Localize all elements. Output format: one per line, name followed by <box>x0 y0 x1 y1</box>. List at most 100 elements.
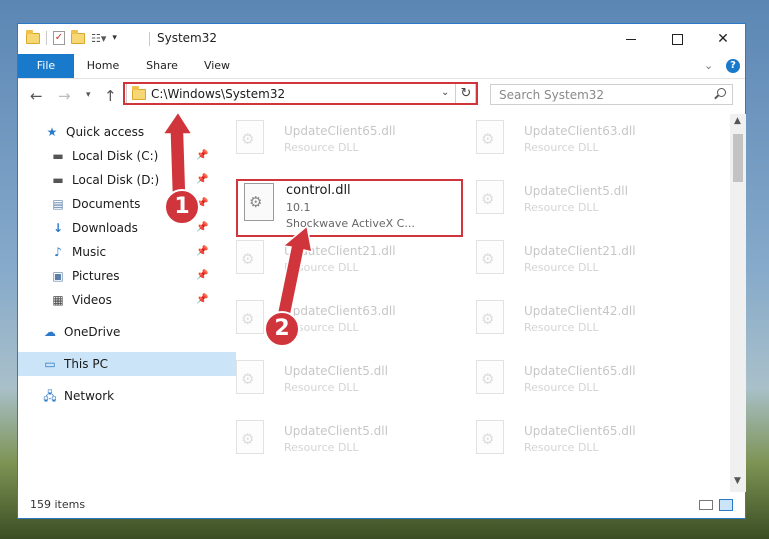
dll-file-icon <box>236 240 264 274</box>
customize-view-icon[interactable]: ☷▾ <box>91 32 106 45</box>
dll-file-icon <box>236 360 264 394</box>
details-view-icon[interactable] <box>699 500 713 510</box>
file-name: UpdateClient65.dll <box>284 124 396 138</box>
pin-icon: 📌 <box>196 270 209 281</box>
sidebar-item-local-disk-c[interactable]: ▬ Local Disk (C:) 📌 <box>18 144 244 168</box>
vertical-scrollbar[interactable]: ▲ ▼ <box>730 114 746 492</box>
sidebar-item-downloads[interactable]: ↓ Downloads 📌 <box>18 216 244 240</box>
step-1-badge: 1 <box>164 189 200 225</box>
file-tile[interactable]: UpdateClient5.dll Resource DLL <box>236 420 456 468</box>
sidebar-item-label: Network <box>64 389 115 403</box>
toolbar-divider <box>46 31 47 45</box>
tab-file[interactable]: File <box>18 54 74 78</box>
file-name: UpdateClient5.dll <box>284 364 388 378</box>
maximize-icon <box>671 33 683 45</box>
back-arrow-icon[interactable]: ← <box>30 87 43 105</box>
forward-arrow-icon[interactable]: → <box>58 87 71 105</box>
sidebar-item-label: Videos <box>72 293 112 307</box>
file-tile[interactable]: UpdateClient65.dll Resource DLL <box>476 360 696 408</box>
address-highlight-box <box>123 82 478 105</box>
minimize-button[interactable] <box>608 24 654 54</box>
pin-icon: 📌 <box>196 222 209 233</box>
search-icon[interactable] <box>717 88 726 97</box>
file-description: Resource DLL <box>284 261 359 274</box>
file-tile[interactable]: UpdateClient42.dll Resource DLL <box>476 300 696 348</box>
sidebar-item-label: OneDrive <box>64 325 121 339</box>
drive-icon: ▬ <box>52 173 64 187</box>
file-tile[interactable]: UpdateClient5.dll Resource DLL <box>236 360 456 408</box>
close-icon: ✕ <box>717 31 729 47</box>
pin-icon: 📌 <box>196 294 209 305</box>
toolbar-dropdown-icon[interactable]: ▾ <box>112 33 117 43</box>
sidebar-item-documents[interactable]: ▤ Documents 📌 <box>18 192 244 216</box>
file-name: UpdateClient21.dll <box>524 244 636 258</box>
pin-icon: 📌 <box>196 150 209 161</box>
file-tile[interactable]: UpdateClient63.dll Resource DLL <box>476 120 696 168</box>
file-description: Resource DLL <box>284 381 359 394</box>
scroll-down-icon[interactable]: ▼ <box>734 476 741 486</box>
up-arrow-icon[interactable]: ↑ <box>104 87 117 105</box>
dll-file-icon <box>476 300 504 334</box>
file-name: UpdateClient65.dll <box>524 364 636 378</box>
sidebar-item-this-pc[interactable]: ▭ This PC <box>18 352 236 376</box>
dll-file-icon <box>236 420 264 454</box>
sidebar-item-label: Documents <box>72 197 141 211</box>
sidebar-item-label: Local Disk (C:) <box>72 149 159 163</box>
file-tile[interactable]: UpdateClient65.dll Resource DLL <box>236 120 456 168</box>
tab-view[interactable]: View <box>194 54 240 78</box>
file-name: UpdateClient5.dll <box>284 424 388 438</box>
help-icon[interactable]: ? <box>726 59 740 73</box>
pin-icon: 📌 <box>196 246 209 257</box>
title-divider <box>149 32 150 46</box>
pin-icon: 📌 <box>196 174 209 185</box>
search-input[interactable]: Search System32 <box>490 84 733 105</box>
close-button[interactable]: ✕ <box>700 24 746 54</box>
scrollbar-thumb[interactable] <box>733 134 743 182</box>
dll-file-icon <box>476 180 504 214</box>
tiles-view-icon[interactable] <box>719 499 733 511</box>
sidebar-item-local-disk-d[interactable]: ▬ Local Disk (D:) 📌 <box>18 168 244 192</box>
sidebar-item-label: Pictures <box>72 269 120 283</box>
sidebar-item-onedrive[interactable]: ☁ OneDrive <box>18 320 236 344</box>
sidebar-item-network[interactable]: 🖧 Network <box>18 384 236 408</box>
navigation-pane: ★ Quick access ▬ Local Disk (C:) 📌 ▬ Loc… <box>18 114 236 492</box>
expand-ribbon-icon[interactable]: ⌄ <box>704 59 713 72</box>
file-description: Resource DLL <box>284 441 359 454</box>
sidebar-item-music[interactable]: ♪ Music 📌 <box>18 240 244 264</box>
dll-file-icon <box>236 300 264 334</box>
file-name: UpdateClient63.dll <box>284 304 396 318</box>
window-title: System32 <box>157 31 218 45</box>
scroll-up-icon[interactable]: ▲ <box>734 116 741 126</box>
videos-icon: ▦ <box>52 293 64 307</box>
quick-access-toolbar: ✓ ☷▾ ▾ <box>26 29 117 45</box>
sidebar-item-videos[interactable]: ▦ Videos 📌 <box>18 288 244 312</box>
cloud-icon: ☁ <box>44 325 56 339</box>
file-tile[interactable]: UpdateClient5.dll Resource DLL <box>476 180 696 228</box>
tab-share[interactable]: Share <box>132 54 192 78</box>
music-icon: ♪ <box>54 245 62 259</box>
maximize-button[interactable] <box>654 24 700 54</box>
tab-home[interactable]: Home <box>76 54 130 78</box>
folder-icon[interactable] <box>26 29 40 44</box>
computer-icon: ▭ <box>44 357 56 371</box>
file-name: UpdateClient63.dll <box>524 124 636 138</box>
file-tile[interactable]: UpdateClient21.dll Resource DLL <box>236 240 456 288</box>
recent-locations-icon[interactable]: ▾ <box>86 90 91 100</box>
properties-icon[interactable]: ✓ <box>53 31 65 45</box>
file-description: Resource DLL <box>284 141 359 154</box>
file-tile[interactable]: UpdateClient21.dll Resource DLL <box>476 240 696 288</box>
sidebar-item-pictures[interactable]: ▣ Pictures 📌 <box>18 264 244 288</box>
sidebar-item-quick-access[interactable]: ★ Quick access <box>18 120 238 144</box>
file-description: Resource DLL <box>524 381 599 394</box>
sidebar-item-label: Downloads <box>72 221 138 235</box>
new-folder-icon[interactable] <box>71 29 85 44</box>
file-description: Resource DLL <box>524 201 599 214</box>
search-placeholder: Search System32 <box>499 88 605 102</box>
file-name: UpdateClient21.dll <box>284 244 396 258</box>
sidebar-item-label: Music <box>72 245 107 259</box>
dll-file-icon <box>476 240 504 274</box>
star-icon: ★ <box>46 125 58 139</box>
dll-file-icon <box>236 120 264 154</box>
file-tile[interactable]: UpdateClient65.dll Resource DLL <box>476 420 696 468</box>
pictures-icon: ▣ <box>52 269 64 283</box>
